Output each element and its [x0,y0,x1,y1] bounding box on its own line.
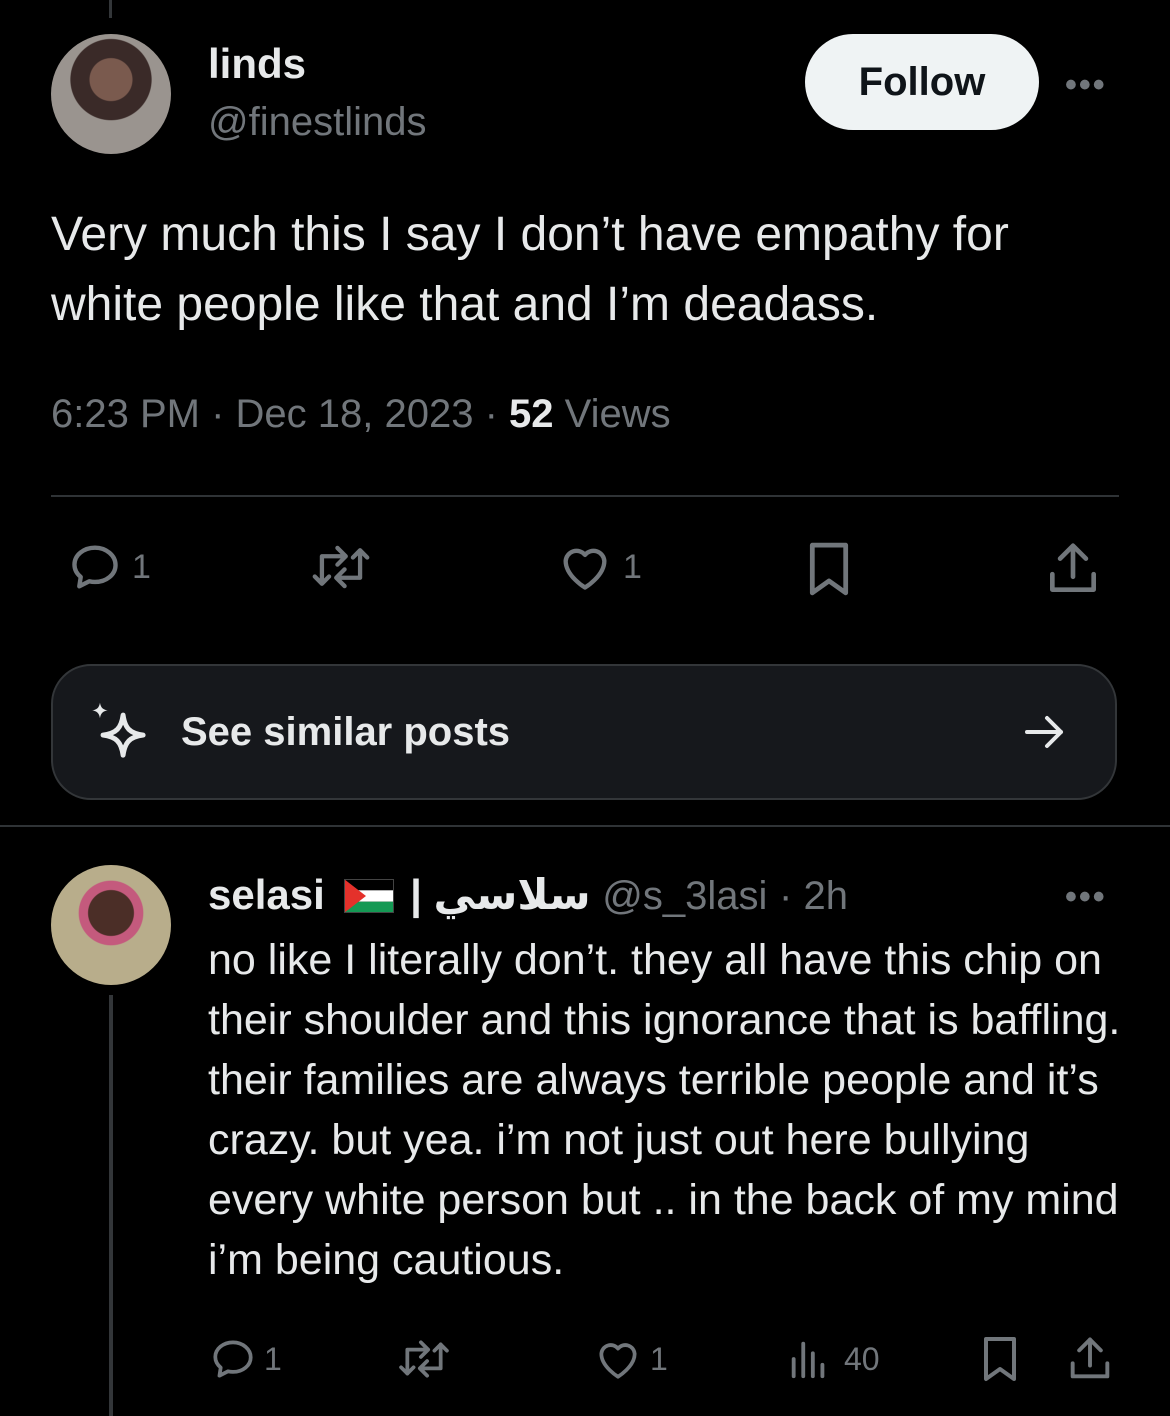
reply-reply-button[interactable]: 1 [208,1334,282,1384]
share-button[interactable] [1042,538,1104,600]
avatar-linds[interactable] [51,34,171,154]
like-icon [599,1343,637,1379]
sparkle-icon [92,702,146,758]
reply-display-name[interactable]: selasi [208,871,325,918]
reply-like-count: 1 [650,1340,668,1377]
like-button[interactable]: 1 [555,538,642,596]
meta-separator: · [211,392,236,436]
reply-views-count: 40 [844,1340,880,1377]
reply-count: 1 [132,547,151,586]
main-post-text: Very much this I say I don’t have empath… [51,208,1009,331]
see-similar-posts-button[interactable]: See similar posts [51,664,1117,800]
avatar-selasi[interactable] [51,865,171,985]
meta-separator: · [779,874,804,918]
like-count: 1 [623,547,642,586]
views-label: Views [564,392,671,436]
reply-bookmark-button[interactable] [976,1332,1024,1386]
post-time[interactable]: 6:23 PM [51,392,200,436]
bookmark-icon [809,542,849,596]
reply-header: selasi | سلاسي @s_3lasi · 2h [208,870,848,919]
reply-button[interactable]: 1 [66,538,151,596]
reply-handle[interactable]: @s_3lasi [602,874,767,918]
divider [51,495,1119,497]
post-meta: 6:23 PM · Dec 18, 2023 · 52 Views [51,392,671,437]
reply-icon [213,1340,253,1378]
follow-button[interactable]: Follow [805,34,1039,130]
reply-reply-count: 1 [264,1340,282,1377]
reply-repost-button[interactable] [396,1334,452,1384]
main-post-display-name[interactable]: linds [208,40,306,88]
views-icon [791,1341,825,1379]
bookmark-icon [984,1337,1016,1381]
divider [0,825,1170,827]
repost-button[interactable] [310,538,372,596]
reply-views-button[interactable]: 40 [786,1334,880,1384]
arrow-right-icon [1025,716,1063,748]
views-count: 52 [509,392,554,436]
reply-time[interactable]: 2h [803,874,848,918]
thread-line-bottom [109,995,113,1416]
see-similar-posts-label: See similar posts [181,709,511,754]
reply-share-button[interactable] [1064,1332,1116,1386]
reply-more-options-icon[interactable]: ••• [1065,878,1107,917]
reply-icon [72,545,118,589]
reply-text: no like I literally don’t. they all have… [208,936,1121,1284]
thread-line-top [109,0,112,18]
share-icon [1070,1337,1110,1379]
reply-like-button[interactable]: 1 [592,1334,668,1384]
like-icon [563,548,607,590]
repost-icon [399,1340,449,1378]
share-icon [1050,543,1096,592]
palestine-flag-icon [344,875,395,913]
bookmark-button[interactable] [800,538,858,600]
meta-separator: · [484,392,510,436]
more-options-icon[interactable]: ••• [1065,66,1107,105]
repost-icon [312,545,370,589]
post-date[interactable]: Dec 18, 2023 [236,392,474,436]
reply-name-suffix[interactable]: | سلاسي [410,871,590,918]
main-post-handle[interactable]: @finestlinds [208,100,426,145]
